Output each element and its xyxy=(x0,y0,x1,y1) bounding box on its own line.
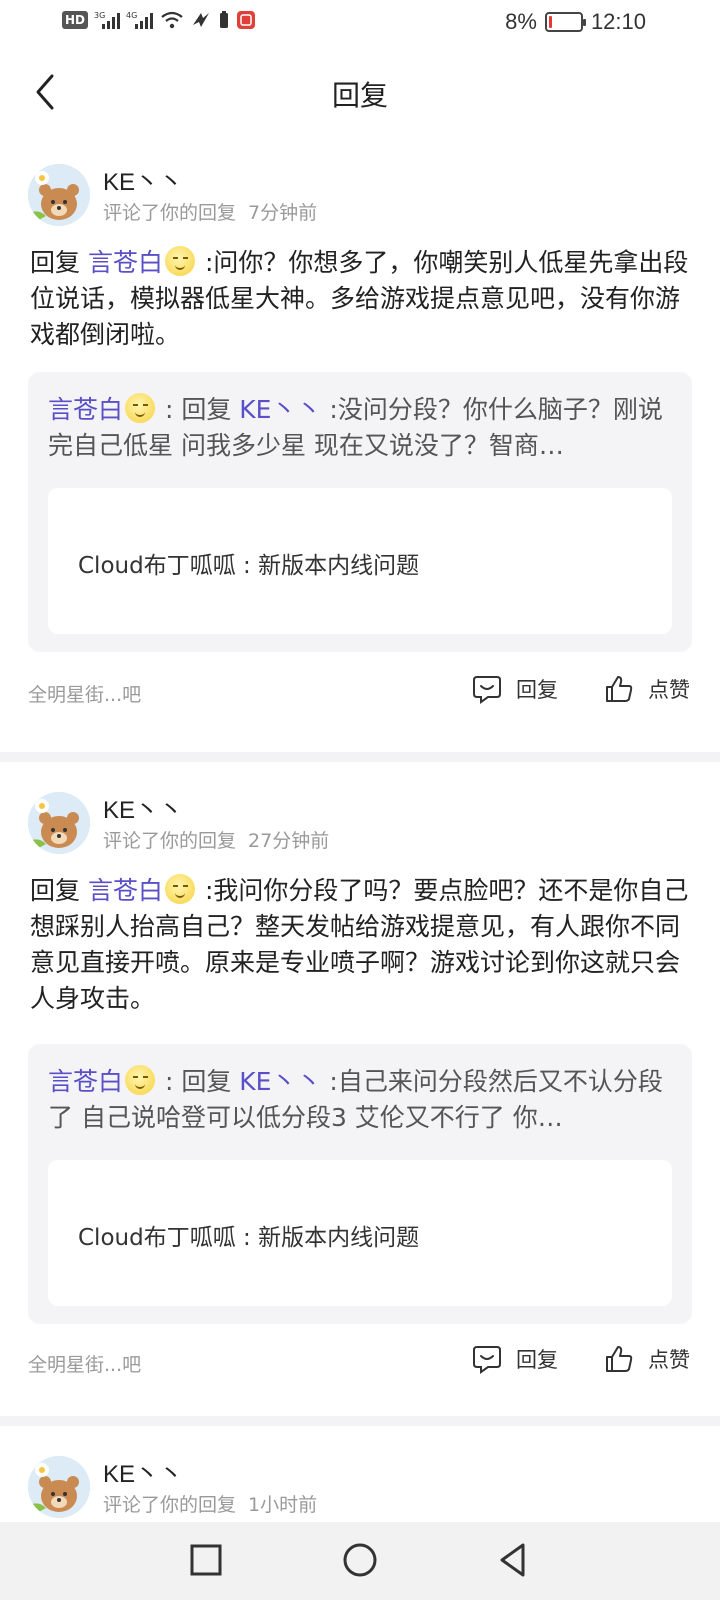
wifi-icon xyxy=(161,11,183,29)
avatar[interactable] xyxy=(28,1456,90,1518)
activity-meta: 评论了你的回复 1小时前 xyxy=(103,1490,317,1517)
quote-target[interactable]: KE丶丶 xyxy=(239,395,321,424)
card-footer: 全明星街...吧 回复 点赞 xyxy=(0,674,720,714)
card-divider xyxy=(0,752,720,762)
header: 回复 xyxy=(0,52,720,132)
avatar[interactable] xyxy=(28,164,90,226)
bear-avatar-icon xyxy=(28,1456,90,1518)
username[interactable]: KE丶丶 xyxy=(103,162,183,197)
original-post[interactable]: Cloud布丁呱呱 : 新版本内线问题 xyxy=(48,488,672,634)
square-icon[interactable] xyxy=(184,1538,228,1582)
like-button-label: 点赞 xyxy=(648,678,690,702)
quote-target[interactable]: KE丶丶 xyxy=(239,1067,321,1096)
reply-card[interactable]: KE丶丶 评论了你的回复 1小时前 xyxy=(0,1452,720,1522)
timestamp: 7分钟前 xyxy=(248,202,318,224)
mention-link[interactable]: 言苍白 xyxy=(88,248,163,277)
quote-author[interactable]: 言苍白 xyxy=(48,1067,123,1096)
reply-content[interactable]: 回复 言苍白 :问你？你想多了，你嘲笑别人低星先拿出段位说话，模拟器低星大神。多… xyxy=(30,245,690,353)
clock: 12:10 xyxy=(590,9,646,34)
activity-meta: 评论了你的回复 27分钟前 xyxy=(103,826,329,853)
reply-content[interactable]: 回复 言苍白 :我问你分段了吗？要点脸吧？还不是你自己想踩别人抬高自己？整天发帖… xyxy=(30,873,690,1017)
comment-bubble-icon xyxy=(473,676,501,704)
quote-separator: : 回复 xyxy=(157,1067,240,1096)
like-button[interactable]: 点赞 xyxy=(604,1344,690,1374)
reply-card[interactable]: KE丶丶 评论了你的回复 7分钟前 回复 言苍白 :问你？你想多了，你嘲笑别人低星… xyxy=(0,160,720,750)
avatar[interactable] xyxy=(28,792,90,854)
card-divider xyxy=(0,1416,720,1426)
smile-emoji-icon xyxy=(164,874,195,904)
timestamp: 1小时前 xyxy=(248,1494,318,1516)
status-bar: HD 3G 4G 8% 12:10 xyxy=(0,0,720,48)
original-post-title: Cloud布丁呱呱 : 新版本内线问题 xyxy=(78,553,420,579)
battery-percent: 8% xyxy=(505,9,537,34)
smile-emoji-icon xyxy=(164,246,195,276)
app-notification-icon xyxy=(237,11,256,29)
like-button[interactable]: 点赞 xyxy=(604,674,690,704)
timestamp: 27分钟前 xyxy=(248,830,330,852)
circle-icon[interactable] xyxy=(338,1538,382,1582)
original-post-title: Cloud布丁呱呱 : 新版本内线问题 xyxy=(78,1225,420,1251)
nfc-icon xyxy=(193,13,210,27)
thumbs-up-icon xyxy=(606,676,633,702)
smile-emoji-icon xyxy=(125,393,156,423)
svg-text:4G: 4G xyxy=(126,11,137,20)
smile-emoji-icon xyxy=(125,1065,156,1095)
reply-button[interactable]: 回复 xyxy=(472,674,558,704)
reply-prefix: 回复 xyxy=(30,876,81,905)
reply-button-label: 回复 xyxy=(516,1348,558,1372)
forum-name[interactable]: 全明星街...吧 xyxy=(28,680,141,707)
quoted-reply[interactable]: 言苍白 : 回复 KE丶丶 :自己来问分段然后又不认分段了 自己说哈登可以低分段… xyxy=(28,1044,692,1324)
quote-author[interactable]: 言苍白 xyxy=(48,395,123,424)
username[interactable]: KE丶丶 xyxy=(103,790,183,825)
reply-button[interactable]: 回复 xyxy=(472,1344,558,1374)
quote-separator: : 回复 xyxy=(157,395,240,424)
svg-text:3G: 3G xyxy=(94,11,105,20)
triangle-back-icon[interactable] xyxy=(492,1538,536,1582)
comment-bubble-icon xyxy=(473,1346,501,1374)
thumbs-up-icon xyxy=(606,1346,633,1372)
activity-action: 评论了你的回复 xyxy=(103,1494,237,1516)
signal-3g-icon: 3G xyxy=(94,11,121,29)
original-post[interactable]: Cloud布丁呱呱 : 新版本内线问题 xyxy=(48,1160,672,1306)
quoted-reply-text: 言苍白 : 回复 KE丶丶 :自己来问分段然后又不认分段了 自己说哈登可以低分段… xyxy=(48,1064,672,1136)
battery-saver-icon xyxy=(220,11,229,28)
activity-action: 评论了你的回复 xyxy=(103,830,237,852)
quoted-reply-text: 言苍白 : 回复 KE丶丶 :没问分段？你什么脑子？刚说完自己低星 问我多少星 … xyxy=(48,392,672,464)
signal-4g-icon: 4G xyxy=(126,11,154,29)
activity-meta: 评论了你的回复 7分钟前 xyxy=(103,198,317,225)
status-icons-left: HD 3G 4G xyxy=(62,10,256,30)
reply-prefix: 回复 xyxy=(30,248,81,277)
bear-avatar-icon xyxy=(28,792,90,854)
username[interactable]: KE丶丶 xyxy=(103,1454,183,1489)
bear-avatar-icon xyxy=(28,164,90,226)
battery-level xyxy=(548,16,552,28)
activity-action: 评论了你的回复 xyxy=(103,202,237,224)
status-icons-right: 8% 12:10 xyxy=(505,9,646,35)
forum-name[interactable]: 全明星街...吧 xyxy=(28,1350,141,1377)
card-footer: 全明星街...吧 回复 点赞 xyxy=(0,1344,720,1384)
reply-card[interactable]: KE丶丶 评论了你的回复 27分钟前 回复 言苍白 :我问你分段了吗？要点脸吧？还… xyxy=(0,788,720,1408)
system-nav-bar xyxy=(0,1522,720,1600)
like-button-label: 点赞 xyxy=(648,1348,690,1372)
hd-voice-badge: HD xyxy=(62,11,89,29)
quoted-reply[interactable]: 言苍白 : 回复 KE丶丶 :没问分段？你什么脑子？刚说完自己低星 问我多少星 … xyxy=(28,372,692,652)
page-title: 回复 xyxy=(331,79,388,112)
reply-button-label: 回复 xyxy=(516,678,558,702)
mention-link[interactable]: 言苍白 xyxy=(88,876,163,905)
battery-icon xyxy=(544,12,586,32)
